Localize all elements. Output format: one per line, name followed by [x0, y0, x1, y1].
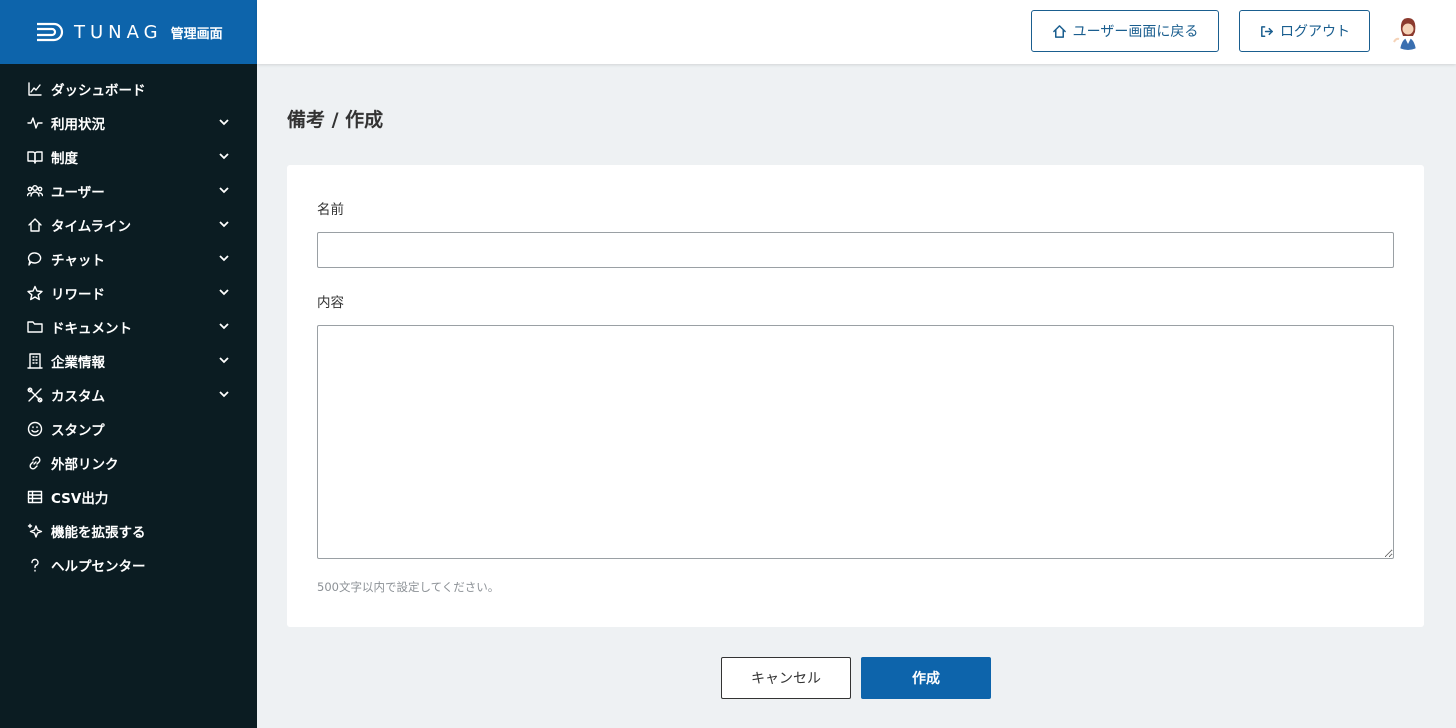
- brand-header[interactable]: TUNAG 管理画面: [0, 0, 257, 64]
- building-icon: [26, 353, 43, 370]
- sidebar-item-label: 利用状況: [51, 117, 105, 133]
- cancel-button[interactable]: キャンセル: [721, 657, 851, 699]
- name-label: 名前: [317, 202, 344, 218]
- user-screen-label: ユーザー画面に戻る: [1072, 24, 1199, 40]
- sidebar-item-label: ドキュメント: [51, 321, 132, 337]
- sidebar: TUNAG 管理画面 ダッシュボード 利用状況 制度 ユーザー タイムライン チ…: [0, 0, 257, 728]
- sidebar-item-label: ヘルプセンター: [51, 559, 146, 575]
- sidebar-item-stamp[interactable]: スタンプ: [0, 412, 257, 446]
- link-icon: [26, 455, 43, 472]
- help-icon: [26, 557, 43, 574]
- chevron-down-icon: [219, 183, 229, 199]
- user-screen-button[interactable]: ユーザー画面に戻る: [1031, 10, 1219, 52]
- sidebar-item-external-link[interactable]: 外部リンク: [0, 446, 257, 480]
- logout-label: ログアウト: [1280, 24, 1350, 40]
- content-label: 内容: [317, 295, 344, 311]
- sidebar-item-label: スタンプ: [51, 423, 105, 439]
- sidebar-item-chat[interactable]: チャット: [0, 242, 257, 276]
- sidebar-item-label: リワード: [51, 287, 105, 303]
- sidebar-item-label: ユーザー: [51, 185, 105, 201]
- admin-label: 管理画面: [170, 26, 223, 42]
- logout-icon: [1261, 25, 1273, 37]
- sidebar-item-label: ダッシュボード: [51, 83, 146, 99]
- sidebar-nav: ダッシュボード 利用状況 制度 ユーザー タイムライン チャット リワード ドキ…: [0, 64, 257, 582]
- page-title: 備考 / 作成: [287, 109, 384, 131]
- sidebar-item-extend[interactable]: 機能を拡張する: [0, 514, 257, 548]
- user-avatar-icon: [1390, 14, 1426, 50]
- chevron-down-icon: [219, 319, 229, 335]
- folder-icon: [26, 319, 43, 336]
- sidebar-item-label: CSV出力: [51, 491, 109, 507]
- avatar[interactable]: [1390, 14, 1426, 50]
- sidebar-item-label: 外部リンク: [51, 457, 119, 473]
- book-icon: [26, 149, 43, 166]
- form-card: 名前 内容 500文字以内で設定してください。: [287, 165, 1424, 627]
- name-input[interactable]: [317, 232, 1394, 268]
- sidebar-item-dashboard[interactable]: ダッシュボード: [0, 72, 257, 106]
- chevron-down-icon: [219, 251, 229, 267]
- chat-bubble-icon: [26, 251, 43, 268]
- sparkle-icon: [26, 523, 43, 540]
- create-button[interactable]: 作成: [861, 657, 991, 699]
- sidebar-item-label: タイムライン: [51, 219, 132, 235]
- home-icon: [1052, 24, 1066, 38]
- sidebar-item-system[interactable]: 制度: [0, 140, 257, 174]
- sidebar-item-users[interactable]: ユーザー: [0, 174, 257, 208]
- users-icon: [26, 183, 43, 200]
- chart-icon: [26, 81, 43, 98]
- content-textarea[interactable]: [317, 325, 1394, 559]
- sidebar-item-timeline[interactable]: タイムライン: [0, 208, 257, 242]
- chevron-down-icon: [219, 149, 229, 165]
- sidebar-item-help[interactable]: ヘルプセンター: [0, 548, 257, 582]
- sidebar-item-csv-export[interactable]: CSV出力: [0, 480, 257, 514]
- logout-button[interactable]: ログアウト: [1239, 10, 1370, 52]
- chevron-down-icon: [219, 387, 229, 403]
- home-icon: [26, 217, 43, 234]
- top-header: ユーザー画面に戻る ログアウト: [257, 0, 1456, 64]
- pulse-icon: [26, 115, 43, 132]
- sidebar-item-label: 制度: [51, 151, 78, 167]
- sidebar-item-custom[interactable]: カスタム: [0, 378, 257, 412]
- sidebar-item-label: 企業情報: [51, 355, 105, 371]
- logo-text: TUNAG: [74, 21, 163, 43]
- chevron-down-icon: [219, 115, 229, 131]
- star-icon: [26, 285, 43, 302]
- sidebar-item-label: カスタム: [51, 389, 105, 405]
- chevron-down-icon: [219, 353, 229, 369]
- sidebar-item-reward[interactable]: リワード: [0, 276, 257, 310]
- chevron-down-icon: [219, 285, 229, 301]
- smile-icon: [26, 421, 43, 438]
- sidebar-item-company[interactable]: 企業情報: [0, 344, 257, 378]
- sidebar-item-label: 機能を拡張する: [51, 525, 146, 541]
- sidebar-item-document[interactable]: ドキュメント: [0, 310, 257, 344]
- chevron-down-icon: [219, 217, 229, 233]
- sidebar-item-usage[interactable]: 利用状況: [0, 106, 257, 140]
- character-limit-hint: 500文字以内で設定してください。: [317, 580, 500, 594]
- tunag-logo-icon: [37, 22, 64, 42]
- tools-icon: [26, 387, 43, 404]
- sidebar-item-label: チャット: [51, 253, 105, 269]
- table-icon: [26, 489, 43, 506]
